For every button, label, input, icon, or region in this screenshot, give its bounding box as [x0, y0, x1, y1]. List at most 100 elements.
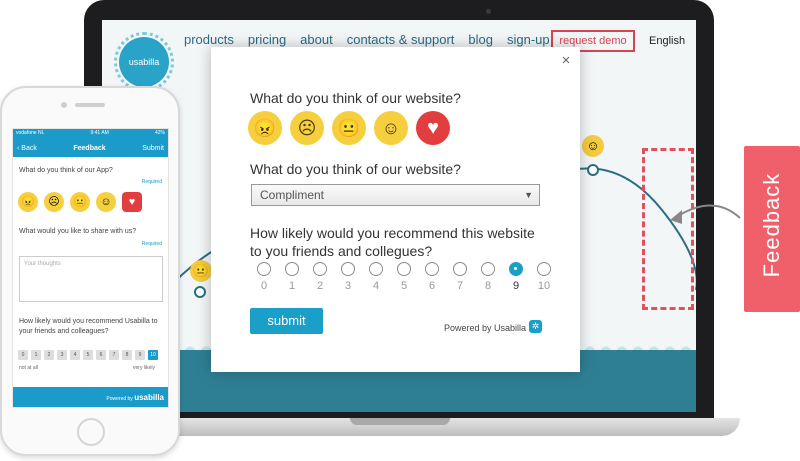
phone-footer: Powered by usabilla	[13, 387, 168, 407]
sad-emoji-icon[interactable]: ☹	[290, 111, 324, 145]
nps-number: 2	[316, 280, 324, 292]
nps-number: 9	[512, 280, 520, 292]
nps-number: 10	[537, 280, 551, 292]
happy-emoji-icon[interactable]: ☺	[96, 192, 116, 212]
phone-nps-option[interactable]: 7	[109, 350, 119, 360]
phone-mood-question: What do you think of our App?	[19, 167, 113, 174]
powered-by: Powered by Usabilla	[444, 323, 527, 333]
sad-emoji-icon[interactable]: ☹	[44, 192, 64, 212]
feedback-tab[interactable]: Feedback	[744, 146, 800, 312]
nps-number: 5	[400, 280, 408, 292]
required-label: Required	[141, 241, 162, 247]
nps-option[interactable]: 6	[418, 262, 446, 292]
nps-radio[interactable]	[481, 262, 495, 276]
nps-radio[interactable]	[509, 262, 523, 276]
close-icon[interactable]: ×	[558, 53, 574, 69]
phone-nps-option[interactable]: 1	[31, 350, 41, 360]
submit-button[interactable]: submit	[250, 308, 323, 334]
nps-question: How likely would you recommend this webs…	[250, 225, 535, 259]
nps-high-label: very likely	[133, 365, 155, 371]
phone-nps-scale: 0 1 2 3 4 5 6 7 8 9 10	[18, 350, 158, 360]
thoughts-textarea[interactable]: Your thoughts	[19, 256, 163, 302]
home-button[interactable]	[77, 418, 105, 446]
required-label: Required	[141, 179, 162, 185]
footer-brand: usabilla	[134, 393, 164, 402]
nps-number: 6	[428, 280, 436, 292]
neutral-emoji-icon[interactable]: 😐	[332, 111, 366, 145]
usabilla-logo-icon: ✲	[529, 320, 542, 333]
nps-option[interactable]: 3	[334, 262, 362, 292]
type-question: What do you think of our website?	[250, 161, 461, 177]
mood-rating: 😠 ☹ 😐 ☺ ♥	[248, 111, 450, 145]
heart-icon[interactable]: ♥	[416, 111, 450, 145]
nps-option[interactable]: 7	[446, 262, 474, 292]
nps-number: 1	[288, 280, 296, 292]
nps-low-label: not at all	[19, 365, 38, 371]
nps-number: 7	[456, 280, 464, 292]
phone-title: Feedback	[73, 144, 106, 152]
status-carrier: vodafone NL	[16, 130, 45, 136]
laptop-camera	[486, 9, 491, 14]
nps-number: 8	[484, 280, 492, 292]
nps-option[interactable]: 1	[278, 262, 306, 292]
angry-emoji-icon[interactable]: 😠	[248, 111, 282, 145]
phone-share-question: What would you like to share with us?	[19, 228, 137, 235]
nps-number: 3	[344, 280, 352, 292]
phone-nps-option[interactable]: 2	[44, 350, 54, 360]
phone-mood-rating: 😠 ☹ 😐 ☺ ♥	[18, 192, 142, 212]
arrow-icon	[670, 204, 741, 224]
feedback-modal: × What do you think of our website? 😠 ☹ …	[211, 47, 580, 372]
phone-nps-option[interactable]: 10	[148, 350, 158, 360]
select-value: Compliment	[260, 188, 325, 202]
footer-powered: Powered by	[106, 396, 133, 402]
status-battery: 42%	[154, 130, 165, 136]
phone-nps-option[interactable]: 5	[83, 350, 93, 360]
nps-radio[interactable]	[369, 262, 383, 276]
phone-speaker	[75, 103, 105, 107]
nps-number: 0	[260, 280, 268, 292]
status-bar: vodafone NL 9:41 AM 42%	[13, 129, 168, 139]
nps-option[interactable]: 0	[250, 262, 278, 292]
nps-option[interactable]: 2	[306, 262, 334, 292]
nps-radio[interactable]	[285, 262, 299, 276]
phone-screen: vodafone NL 9:41 AM 42% ‹ Back Feedback …	[12, 128, 169, 408]
phone-nps-question: How likely would you recommend Usabilla …	[19, 318, 158, 335]
status-time: 9:41 AM	[90, 130, 109, 136]
nps-radio[interactable]	[397, 262, 411, 276]
nps-radio[interactable]	[425, 262, 439, 276]
nps-option[interactable]: 5	[390, 262, 418, 292]
background-emoji-icon: ☺	[582, 135, 604, 157]
neutral-emoji-icon[interactable]: 😐	[70, 192, 90, 212]
feedback-tab-label: Feedback	[759, 172, 784, 278]
back-button[interactable]: ‹ Back	[17, 145, 37, 152]
marketing-illustration: usabilla products pricing about contacts…	[0, 0, 800, 461]
nps-option[interactable]: 10	[530, 262, 558, 292]
heart-icon[interactable]: ♥	[122, 192, 142, 212]
happy-emoji-icon[interactable]: ☺	[374, 111, 408, 145]
nps-radio[interactable]	[537, 262, 551, 276]
phone-nps-option[interactable]: 8	[122, 350, 132, 360]
feedback-type-select[interactable]: Compliment ▼	[251, 184, 540, 206]
phone-nps-option[interactable]: 3	[57, 350, 67, 360]
phone-nps-option[interactable]: 0	[18, 350, 28, 360]
background-emoji-icon: 😐	[190, 260, 212, 282]
nps-option[interactable]: 9	[502, 262, 530, 292]
nps-scale: 0 1 2 3 4 5 6 7 8 9 10	[250, 262, 558, 292]
mood-question: What do you think of our website?	[250, 90, 461, 106]
chevron-down-icon: ▼	[524, 190, 533, 200]
phone-nps-option[interactable]: 9	[135, 350, 145, 360]
nps-radio[interactable]	[313, 262, 327, 276]
nps-option[interactable]: 8	[474, 262, 502, 292]
nps-option[interactable]: 4	[362, 262, 390, 292]
nps-radio[interactable]	[453, 262, 467, 276]
phone-camera	[61, 102, 67, 108]
phone: vodafone NL 9:41 AM 42% ‹ Back Feedback …	[0, 86, 180, 456]
laptop-notch	[350, 418, 450, 425]
phone-nps-option[interactable]: 6	[96, 350, 106, 360]
nps-number: 4	[372, 280, 380, 292]
angry-emoji-icon[interactable]: 😠	[18, 192, 38, 212]
phone-nps-option[interactable]: 4	[70, 350, 80, 360]
nps-radio[interactable]	[341, 262, 355, 276]
phone-submit-button[interactable]: Submit	[142, 145, 164, 152]
nps-radio[interactable]	[257, 262, 271, 276]
